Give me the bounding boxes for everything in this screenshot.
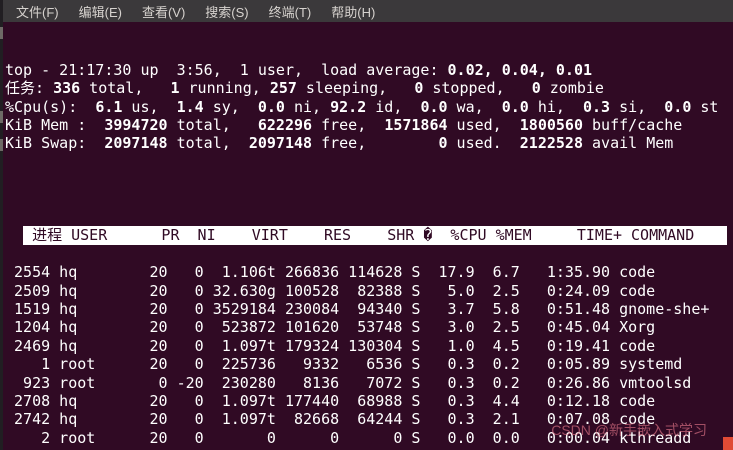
process-row: 1204 hq 20 0 523872 101620 53748 S 3.0 2…: [5, 318, 656, 337]
process-row: 2509 hq 20 0 32.630g 100528 82388 S 5.0 …: [5, 281, 656, 300]
menu-item[interactable]: 终端(T): [259, 0, 322, 23]
summary-line: %Cpu(s): 6.1 us, 1.4 sy, 0.0 ni, 92.2 id…: [5, 97, 719, 116]
process-row: 2708 hq 20 0 1.097t 177440 68988 S 0.3 4…: [5, 391, 656, 410]
edge-notch: [0, 111, 3, 123]
terminal-viewport[interactable]: top - 21:17:30 up 3:56, 1 user, load ave…: [0, 22, 733, 450]
process-row: 923 root 0 -20 230280 8136 7072 S 0.3 0.…: [5, 373, 692, 392]
process-row: 1 root 20 0 225736 9332 6536 S 0.3 0.2 0…: [5, 355, 683, 374]
summary-line: KiB Swap: 2097148 total, 2097148 free, 0…: [5, 134, 674, 153]
process-table: 2554 hq 20 0 1.106t 266836 114628 S 17.9…: [5, 263, 733, 450]
process-row: 1519 hq 20 0 3529184 230084 94340 S 3.7 …: [5, 299, 710, 318]
summary-line: 任务: 336 total, 1 running, 257 sleeping, …: [5, 79, 604, 98]
summary-line: top - 21:17:30 up 3:56, 1 user, load ave…: [5, 60, 593, 79]
process-row: 2742 hq 20 0 1.097t 82668 64244 S 0.3 2.…: [5, 410, 656, 429]
process-table-header: 进程 USER PR NI VIRT RES SHR � %CPU %MEM T…: [23, 226, 728, 245]
edge-notch: [0, 27, 3, 39]
menu-item[interactable]: 帮助(H): [321, 0, 385, 23]
process-row: 2 root 20 0 0 0 0 S 0.0 0.0 0:00.04 kthr…: [5, 428, 692, 447]
process-row: 2469 hq 20 0 1.097t 179324 130304 S 1.0 …: [5, 336, 656, 355]
menu-bar: 文件(F) 编辑(E) 查看(V) 搜索(S) 终端(T) 帮助(H): [0, 0, 733, 22]
menu-item[interactable]: 编辑(E): [69, 0, 132, 23]
summary-line: KiB Mem : 3994720 total, 622296 free, 15…: [5, 115, 683, 134]
watermark-logo-block: [723, 437, 733, 450]
menu-item[interactable]: 搜索(S): [195, 0, 258, 23]
window-edge: [0, 0, 3, 450]
menu-item[interactable]: 文件(F): [6, 0, 69, 23]
edge-notch: [0, 139, 3, 151]
menu-item[interactable]: 查看(V): [132, 0, 195, 23]
process-row: 2554 hq 20 0 1.106t 266836 114628 S 17.9…: [5, 263, 656, 282]
top-summary: top - 21:17:30 up 3:56, 1 user, load ave…: [5, 61, 733, 153]
